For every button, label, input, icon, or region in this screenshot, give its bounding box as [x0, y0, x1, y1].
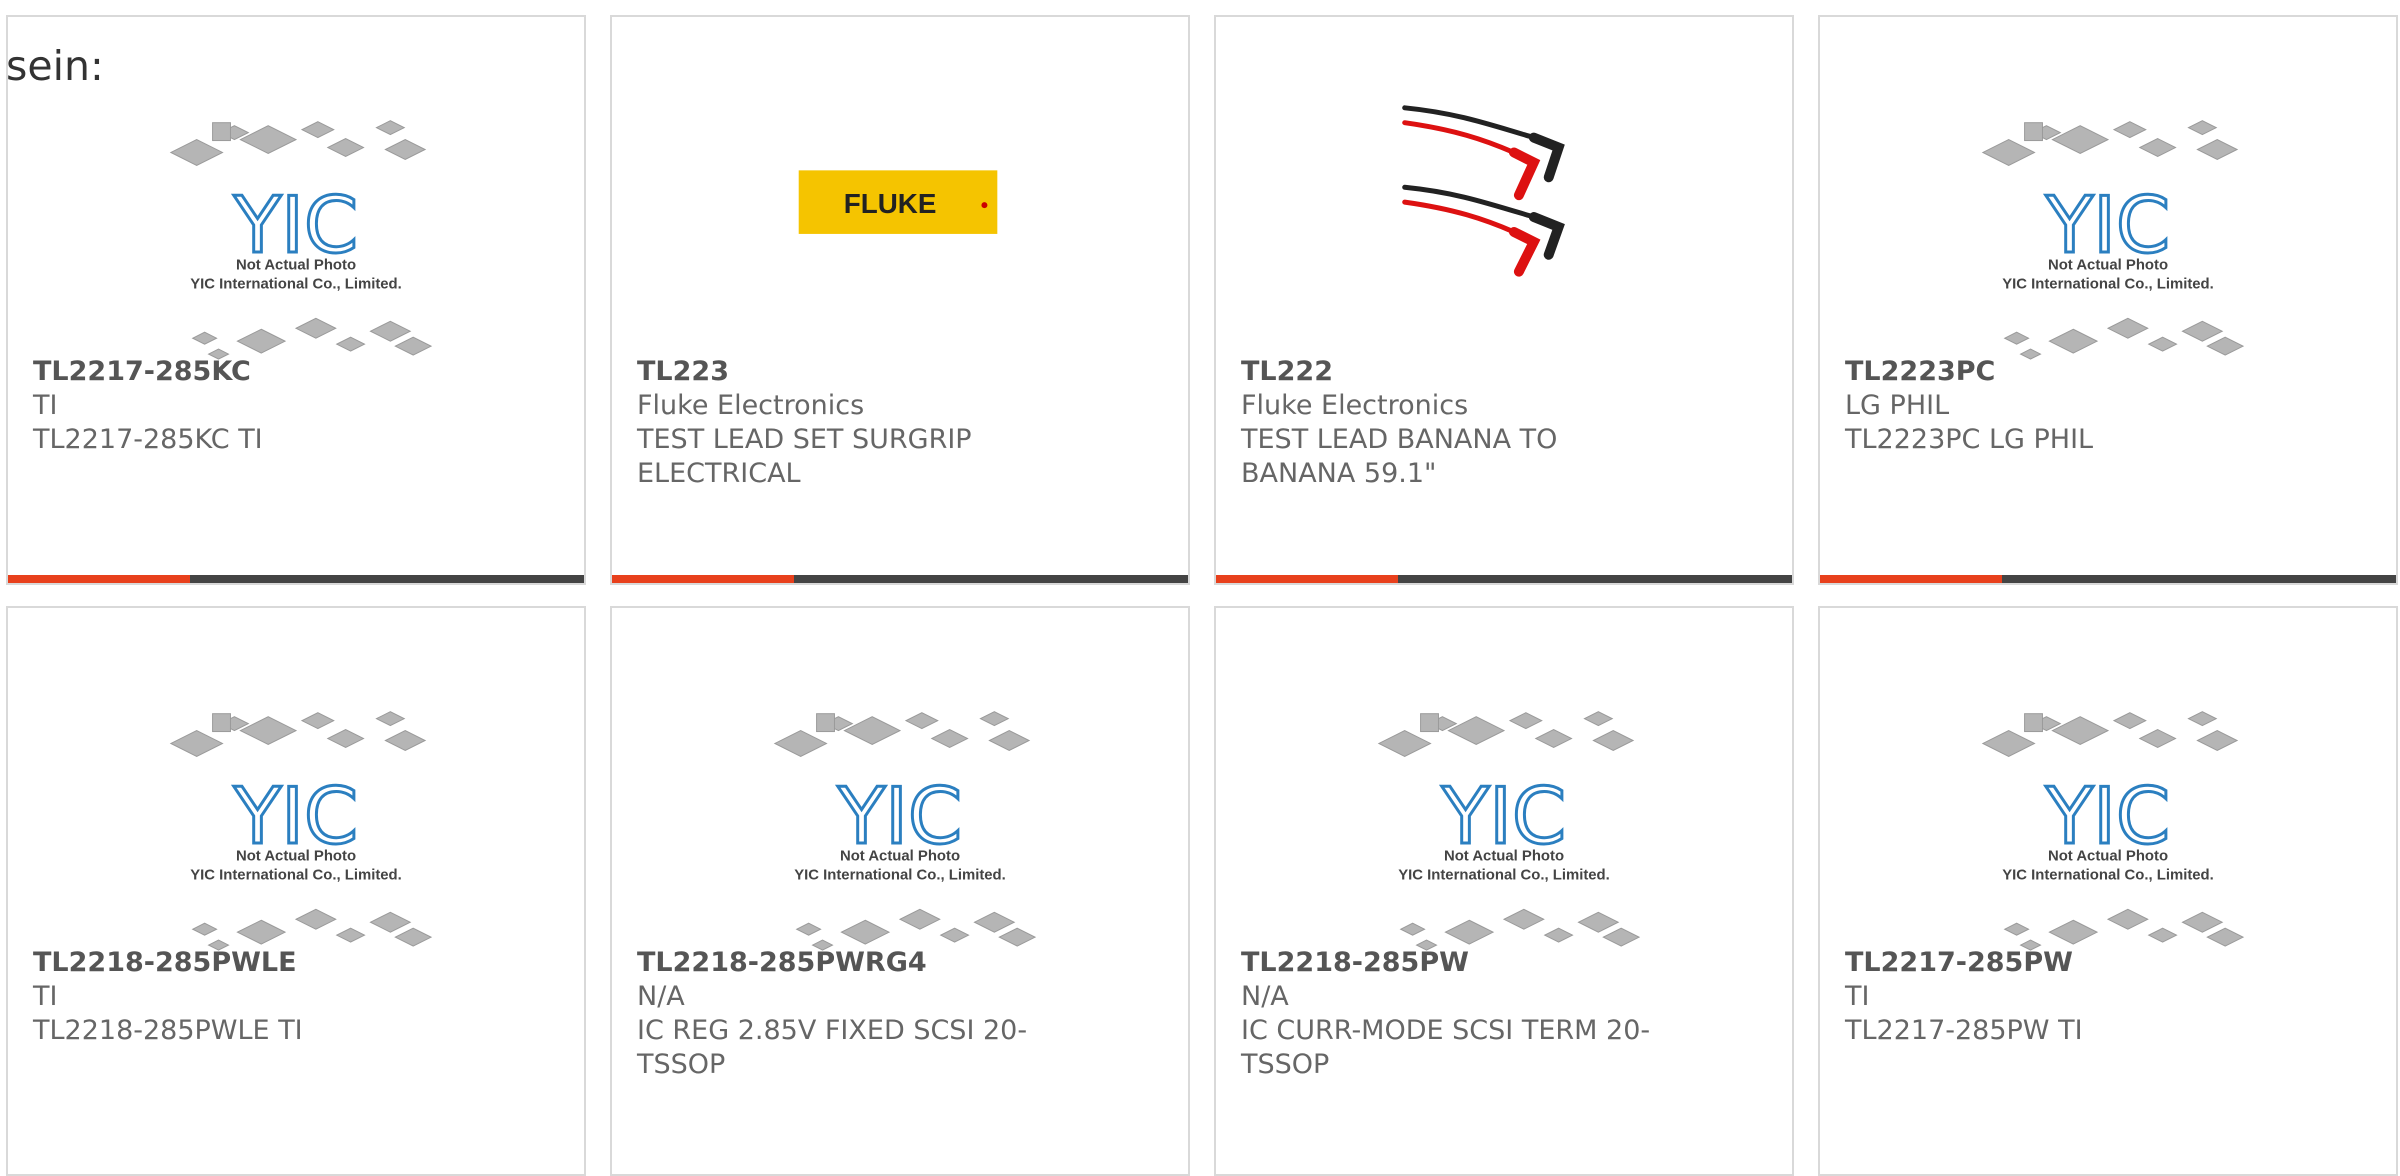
product-part-number[interactable]: TL223: [637, 355, 1168, 389]
placeholder-caption-line1: Not Actual Photo: [2048, 258, 2168, 274]
placeholder-caption-line2: YIC International Co., Limited.: [1398, 868, 1610, 884]
product-placeholder-image[interactable]: YIC Not Actual Photo YIC International Co.…: [1820, 77, 2396, 367]
product-card[interactable]: YIC Not Actual Photo YIC International Co.…: [1818, 15, 2398, 585]
product-manufacturer: LG PHIL: [1845, 390, 1950, 421]
product-placeholder-image[interactable]: YIC Not Actual Photo YIC International Co.…: [612, 668, 1188, 958]
placeholder-caption-line2: YIC International Co., Limited.: [2002, 868, 2214, 884]
product-part-number[interactable]: TL2223PC: [1845, 355, 2376, 389]
product-manufacturer: N/A: [1241, 981, 1289, 1012]
card-bottom-bar: [1216, 575, 1792, 583]
product-description: TEST LEAD BANANA TO BANANA 59.1": [1241, 424, 1558, 489]
card-bottom-bar: [8, 575, 584, 583]
product-part-number[interactable]: TL2217-285PW: [1845, 946, 2376, 980]
product-placeholder-image[interactable]: YIC Not Actual Photo YIC International Co.…: [1216, 668, 1792, 958]
product-description: TL2218-285PWLE TI: [33, 1015, 303, 1046]
product-placeholder-image[interactable]: YIC Not Actual Photo YIC International Co.…: [8, 668, 584, 958]
product-description: IC CURR-MODE SCSI TERM 20-TSSOP: [1241, 1015, 1651, 1080]
product-card[interactable]: YIC Not Actual Photo YIC International Co.…: [6, 606, 586, 1176]
product-manufacturer: TI: [33, 981, 58, 1012]
placeholder-caption-line2: YIC International Co., Limited.: [794, 868, 1006, 884]
product-description: TL2217-285KC TI: [33, 424, 263, 455]
product-part-number[interactable]: TL2218-285PWRG4: [637, 946, 1168, 980]
product-manufacturer: TI: [33, 390, 58, 421]
placeholder-caption-line1: Not Actual Photo: [236, 258, 356, 274]
product-placeholder-image[interactable]: YIC Not Actual Photo YIC International Co.…: [1820, 668, 2396, 958]
card-accent-bar: [1216, 575, 1398, 583]
product-card[interactable]: YIC Not Actual Photo YIC International Co.…: [610, 606, 1190, 1176]
placeholder-caption-line1: Not Actual Photo: [840, 849, 960, 865]
product-card[interactable]: TL222 Fluke Electronics TEST LEAD BANANA…: [1214, 15, 1794, 585]
card-accent-bar: [1820, 575, 2002, 583]
product-part-number[interactable]: TL2217-285KC: [33, 355, 564, 389]
product-card[interactable]: YIC Not Actual Photo YIC International Co.…: [6, 15, 586, 585]
fluke-logo-image[interactable]: FLUKE: [612, 77, 1188, 367]
product-description: TEST LEAD SET SURGRIP ELECTRICAL: [637, 424, 972, 489]
product-manufacturer: Fluke Electronics: [1241, 390, 1469, 421]
placeholder-caption-line2: YIC International Co., Limited.: [190, 277, 402, 293]
placeholder-caption-line2: YIC International Co., Limited.: [190, 868, 402, 884]
intro-text: sein:: [6, 42, 104, 90]
placeholder-caption-line1: Not Actual Photo: [2048, 849, 2168, 865]
placeholder-caption-line1: Not Actual Photo: [236, 849, 356, 865]
product-card[interactable]: YIC Not Actual Photo YIC International Co.…: [1214, 606, 1794, 1176]
card-accent-bar: [8, 575, 190, 583]
product-card[interactable]: FLUKE TL223 Fluke Electronics TEST LEAD …: [610, 15, 1190, 585]
product-manufacturer: Fluke Electronics: [637, 390, 865, 421]
card-bottom-bar: [1820, 575, 2396, 583]
card-bottom-bar: [612, 575, 1188, 583]
placeholder-caption-line2: YIC International Co., Limited.: [2002, 277, 2214, 293]
placeholder-caption-line1: Not Actual Photo: [1444, 849, 1564, 865]
fluke-logo-text: FLUKE: [844, 188, 937, 219]
product-description: TL2223PC LG PHIL: [1845, 424, 2094, 455]
test-leads-image[interactable]: [1216, 77, 1792, 367]
product-placeholder-image[interactable]: YIC Not Actual Photo YIC International Co.…: [8, 77, 584, 367]
product-part-number[interactable]: TL222: [1241, 355, 1772, 389]
product-part-number[interactable]: TL2218-285PW: [1241, 946, 1772, 980]
product-part-number[interactable]: TL2218-285PWLE: [33, 946, 564, 980]
product-description: TL2217-285PW TI: [1845, 1015, 2083, 1046]
product-manufacturer: TI: [1845, 981, 1870, 1012]
card-accent-bar: [612, 575, 794, 583]
product-manufacturer: N/A: [637, 981, 685, 1012]
product-card[interactable]: YIC Not Actual Photo YIC International Co.…: [1818, 606, 2398, 1176]
product-description: IC REG 2.85V FIXED SCSI 20-TSSOP: [637, 1015, 1028, 1080]
